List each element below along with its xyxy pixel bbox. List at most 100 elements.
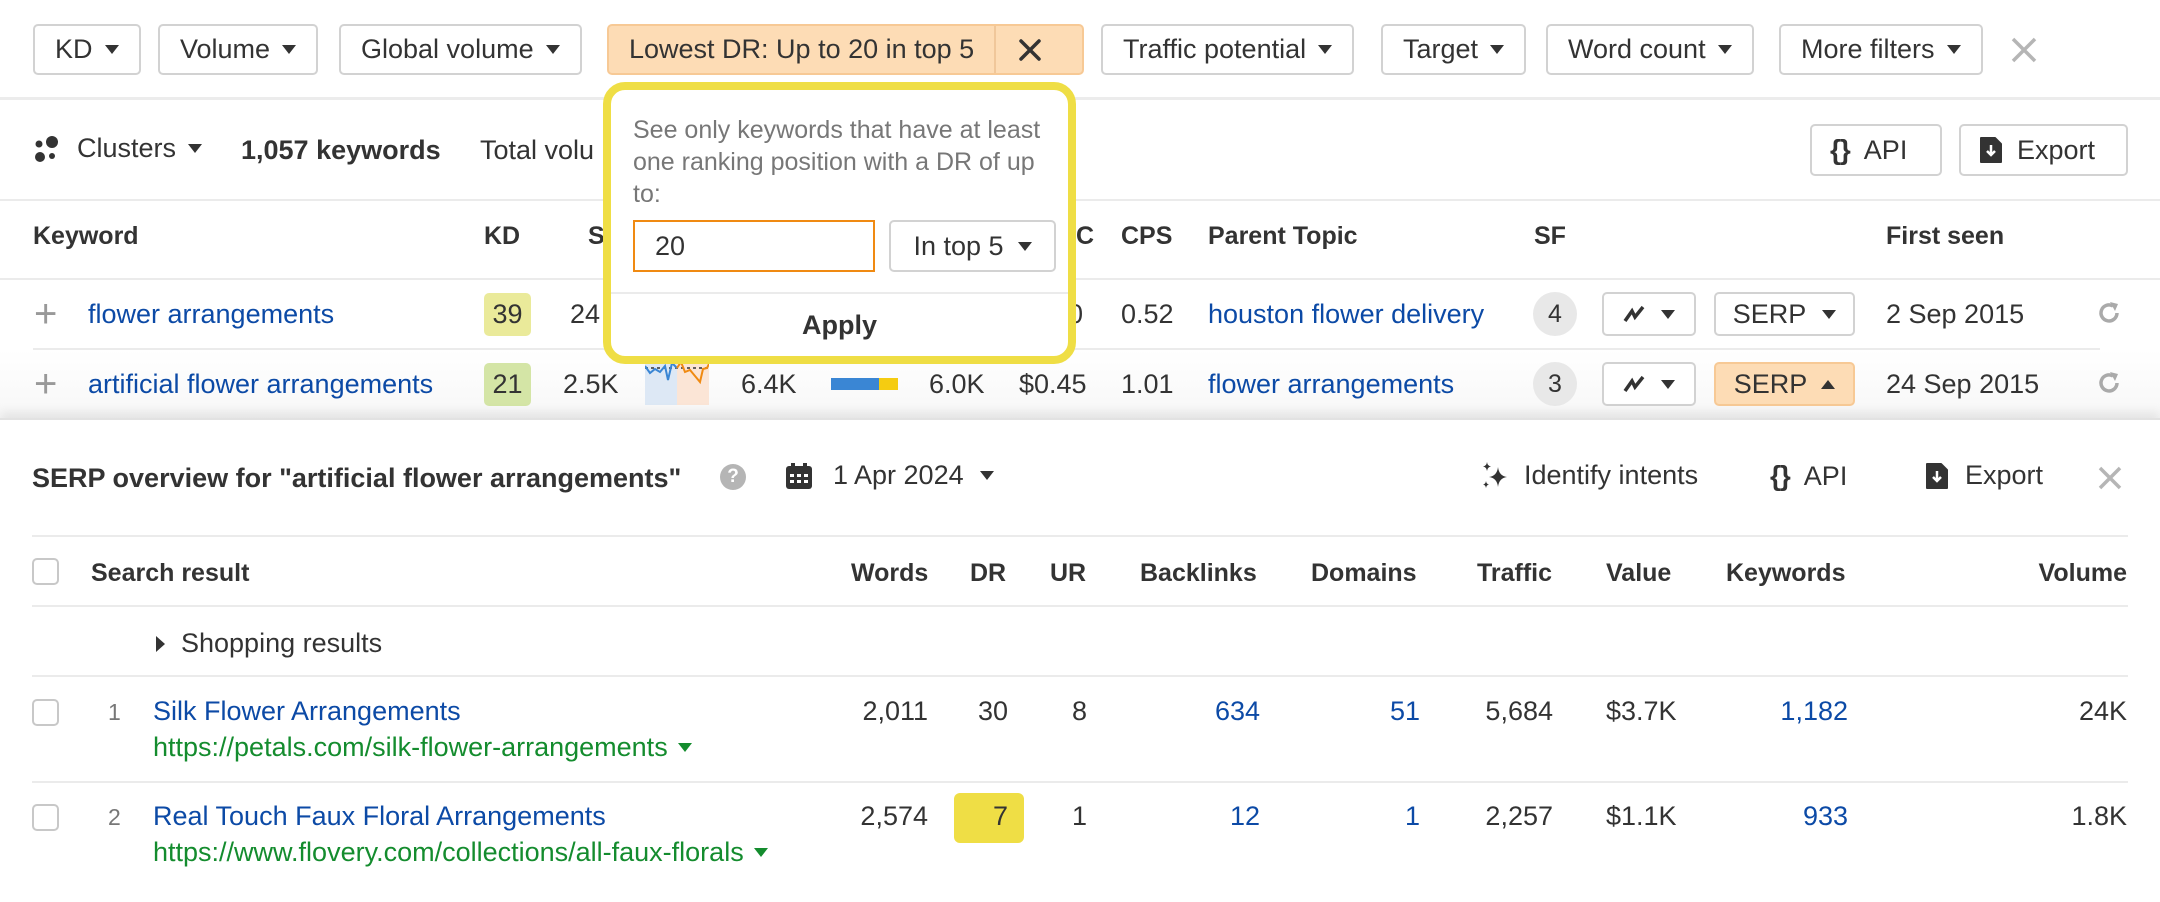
backlinks-link[interactable]: 12 <box>1230 801 1260 832</box>
add-to-list-icon[interactable]: + <box>34 294 57 334</box>
keyword-link[interactable]: flower arrangements <box>88 299 334 330</box>
filter-word-count-button[interactable]: Word count <box>1546 24 1754 75</box>
column-header-first-seen[interactable]: First seen <box>1886 222 2004 251</box>
trend-chart-dropdown[interactable] <box>1602 292 1696 336</box>
first-seen-date: 2 Sep 2015 <box>1886 299 2025 329</box>
serp-overview-panel: SERP overview for "artificial flower arr… <box>0 418 2160 902</box>
lowest-dr-filter-popover: See only keywords that have at least one… <box>603 82 1076 364</box>
result-title-link[interactable]: Real Touch Faux Floral Arrangements <box>153 801 606 832</box>
apply-button[interactable]: Apply <box>611 294 1068 356</box>
help-icon[interactable]: ? <box>720 464 746 490</box>
sparkline-bg-blue <box>645 360 677 405</box>
dr-value-input[interactable]: 20 <box>633 220 875 272</box>
sf-count-badge[interactable]: 4 <box>1533 292 1577 336</box>
domains-link[interactable]: 1 <box>1405 801 1420 832</box>
keywords-link[interactable]: 1,182 <box>1780 696 1848 727</box>
filter-global-volume-button[interactable]: Global volume <box>339 24 582 75</box>
clusters-icon <box>35 135 58 162</box>
serp-api-button[interactable]: {} API <box>1770 460 1847 492</box>
serp-dropdown-open[interactable]: SERP <box>1714 362 1855 406</box>
filter-label: Target <box>1403 34 1479 64</box>
column-header-value[interactable]: Value <box>1606 559 1671 588</box>
filter-target-button[interactable]: Target <box>1381 24 1527 75</box>
caret-down-icon <box>1017 241 1032 251</box>
caret-down-icon <box>1822 309 1837 319</box>
position-select-value: In top 5 <box>913 230 1004 261</box>
clear-filters-button[interactable] <box>2010 36 2038 71</box>
serp-dropdown[interactable]: SERP <box>1714 292 1855 336</box>
row-checkbox[interactable] <box>32 804 59 831</box>
serp-export-button[interactable]: Export <box>1925 460 2043 491</box>
keywords-link[interactable]: 933 <box>1803 801 1848 832</box>
column-header-words[interactable]: Words <box>851 559 928 588</box>
keyword-link[interactable]: artificial flower arrangements <box>88 369 433 400</box>
filter-label: More filters <box>1801 34 1935 64</box>
column-header-cps[interactable]: CPS <box>1121 222 1172 251</box>
filter-lowest-dr-label[interactable]: Lowest DR: Up to 20 in top 5 <box>609 26 997 73</box>
column-header-kd[interactable]: KD <box>484 222 520 251</box>
column-header-sf[interactable]: SF <box>1534 222 1566 251</box>
result-url-link[interactable]: https://www.flovery.com/collections/all-… <box>153 837 768 868</box>
remove-filter-button[interactable] <box>996 26 1064 73</box>
filter-more-filters-button[interactable]: More filters <box>1779 24 1983 75</box>
filter-traffic-potential-button[interactable]: Traffic potential <box>1101 24 1355 75</box>
export-button[interactable]: Export <box>1959 124 2128 176</box>
column-header-ur[interactable]: UR <box>1050 559 1086 588</box>
refresh-button[interactable] <box>2096 370 2122 403</box>
caret-down-icon <box>188 144 203 153</box>
parent-topic-link[interactable]: flower arrangements <box>1208 369 1454 400</box>
column-header-cpc[interactable]: C <box>1076 222 1094 251</box>
column-header-search-result[interactable]: Search result <box>91 559 249 588</box>
column-header-parent-topic[interactable]: Parent Topic <box>1208 222 1358 251</box>
result-url-link[interactable]: https://petals.com/silk-flower-arrangeme… <box>153 732 692 763</box>
trend-chart-dropdown[interactable] <box>1602 362 1696 406</box>
export-label: Export <box>2017 134 2096 165</box>
clusters-dropdown[interactable]: Clusters <box>33 133 203 164</box>
dr: 30 <box>977 696 1008 726</box>
api-button[interactable]: {} API <box>1810 124 1942 176</box>
filter-kd-button[interactable]: KD <box>33 24 141 75</box>
kd-badge: 39 <box>484 293 531 336</box>
date-picker[interactable]: 1 Apr 2024 <box>785 460 994 491</box>
intent-bar <box>831 378 898 390</box>
shopping-results-toggle[interactable]: Shopping results <box>156 628 382 659</box>
divider <box>0 278 2160 280</box>
identify-intents-label: Identify intents <box>1524 460 1699 490</box>
select-all-checkbox[interactable] <box>32 558 59 585</box>
filter-lowest-dr-button: Lowest DR: Up to 20 in top 5 <box>607 24 1084 75</box>
cpc-value: $0.45 <box>1019 369 1087 399</box>
caret-down-icon <box>1661 309 1675 319</box>
cps-value: 1.01 <box>1121 369 1174 399</box>
dr-value: 20 <box>655 230 686 261</box>
popover-description: See only keywords that have at least one… <box>633 116 1041 208</box>
row-checkbox[interactable] <box>32 699 59 726</box>
serp-label: SERP <box>1732 298 1807 329</box>
domains-link[interactable]: 51 <box>1390 696 1420 727</box>
api-label: API <box>1863 134 1908 165</box>
close-panel-button[interactable] <box>2097 465 2123 498</box>
column-header-domains[interactable]: Domains <box>1311 559 1417 588</box>
filter-volume-button[interactable]: Volume <box>158 24 319 75</box>
refresh-button[interactable] <box>2096 300 2122 333</box>
column-header-keyword[interactable]: Keyword <box>33 222 139 251</box>
backlinks-link[interactable]: 634 <box>1215 696 1260 727</box>
column-header-backlinks[interactable]: Backlinks <box>1140 559 1257 588</box>
parent-topic-link[interactable]: houston flower delivery <box>1208 299 1484 330</box>
volume: 24K <box>2078 696 2127 726</box>
volume: 1.8K <box>2071 801 2127 831</box>
position-select[interactable]: In top 5 <box>889 220 1056 272</box>
column-header-keywords[interactable]: Keywords <box>1726 559 1845 588</box>
ur: 8 <box>1071 696 1087 726</box>
divider <box>0 97 2160 100</box>
identify-intents-button[interactable]: Identify intents <box>1480 460 1698 491</box>
column-header-dr[interactable]: DR <box>970 559 1006 588</box>
caret-up-icon <box>1821 379 1836 389</box>
divider <box>32 605 2128 607</box>
column-header-traffic[interactable]: Traffic <box>1477 559 1552 588</box>
column-header-volume[interactable]: Volume <box>2039 559 2127 588</box>
result-title-link[interactable]: Silk Flower Arrangements <box>153 696 461 727</box>
trend-icon <box>1623 305 1645 323</box>
sf-count-badge[interactable]: 3 <box>1533 362 1577 406</box>
result-position: 1 <box>108 699 121 725</box>
add-to-list-icon[interactable]: + <box>34 364 57 404</box>
